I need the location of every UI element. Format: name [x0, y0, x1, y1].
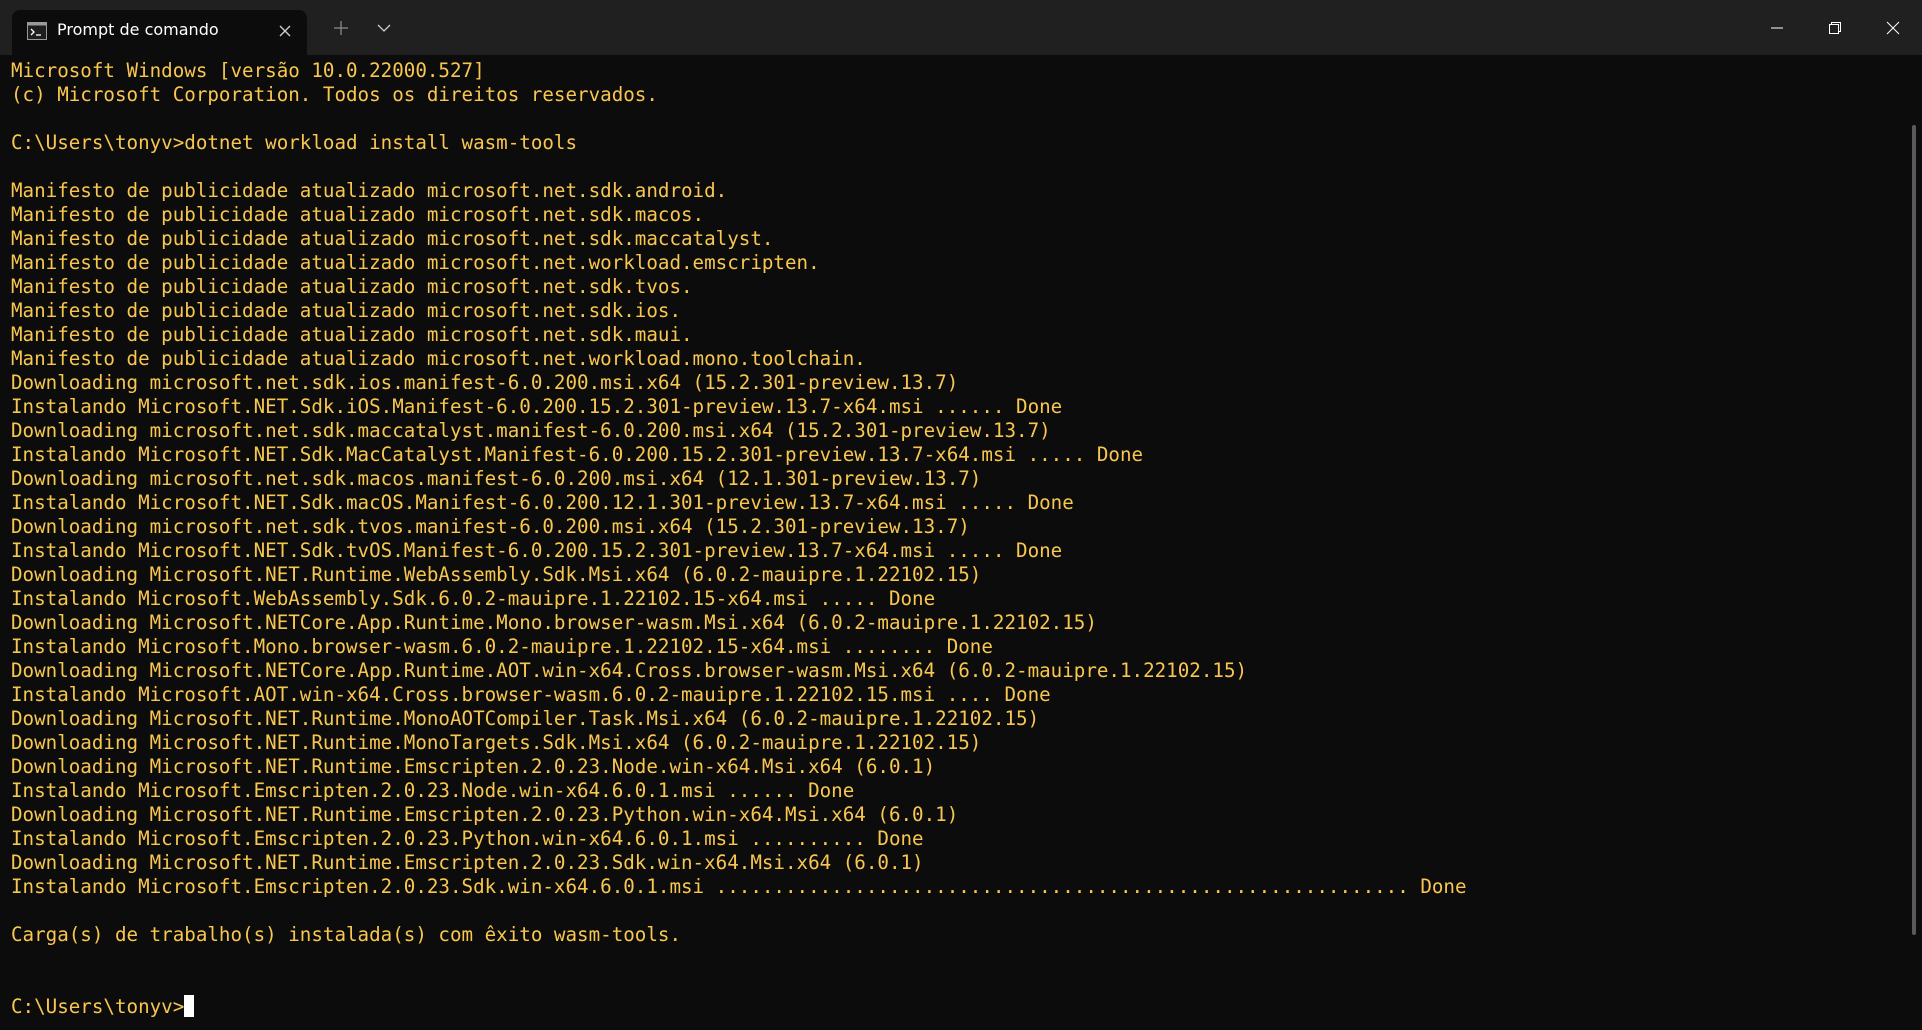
terminal-line: Downloading Microsoft.NETCore.App.Runtim…: [11, 611, 1097, 634]
terminal-line: Instalando Microsoft.Emscripten.2.0.23.S…: [11, 875, 1467, 898]
tab-dropdown-button[interactable]: [366, 12, 402, 44]
close-tab-button[interactable]: [274, 20, 296, 42]
terminal-line: Downloading microsoft.net.sdk.maccatalys…: [11, 419, 1051, 442]
terminal-line: Manifesto de publicidade atualizado micr…: [11, 203, 705, 226]
terminal-line: Manifesto de publicidade atualizado micr…: [11, 179, 728, 202]
scrollbar[interactable]: [1912, 125, 1916, 935]
new-tab-button[interactable]: [323, 12, 359, 44]
terminal-line: Downloading Microsoft.NET.Runtime.MonoAO…: [11, 707, 1040, 730]
prompt-line[interactable]: C:\Users\tonyv>: [11, 995, 1467, 1019]
chevron-down-icon: [377, 24, 391, 32]
terminal-line: Downloading microsoft.net.sdk.ios.manife…: [11, 371, 959, 394]
close-icon: [1886, 21, 1900, 34]
terminal-line: (c) Microsoft Corporation. Todos os dire…: [11, 83, 658, 106]
terminal-output[interactable]: Microsoft Windows [versão 10.0.22000.527…: [0, 55, 1922, 1030]
terminal-line: Instalando Microsoft.NET.Sdk.tvOS.Manife…: [11, 539, 1063, 562]
close-icon: [279, 25, 291, 37]
terminal-line: Downloading microsoft.net.sdk.macos.mani…: [11, 467, 982, 490]
terminal-line: C:\Users\tonyv>dotnet workload install w…: [11, 131, 578, 154]
terminal-line: Manifesto de publicidade atualizado micr…: [11, 251, 820, 274]
terminal-line: Manifesto de publicidade atualizado micr…: [11, 299, 682, 322]
cmd-terminal-icon: [27, 22, 47, 40]
terminal-line: Downloading Microsoft.NET.Runtime.WebAss…: [11, 563, 982, 586]
terminal-line: Downloading Microsoft.NETCore.App.Runtim…: [11, 659, 1248, 682]
terminal-line: Downloading Microsoft.NET.Runtime.Emscri…: [11, 803, 959, 826]
minimize-icon: [1771, 27, 1783, 28]
terminal-line: Manifesto de publicidade atualizado micr…: [11, 227, 774, 250]
terminal-line: Instalando Microsoft.WebAssembly.Sdk.6.0…: [11, 587, 936, 610]
plus-icon: [334, 21, 348, 35]
terminal-line: Instalando Microsoft.Mono.browser-wasm.6…: [11, 635, 993, 658]
terminal-line: Manifesto de publicidade atualizado micr…: [11, 275, 693, 298]
terminal-line: Instalando Microsoft.AOT.win-x64.Cross.b…: [11, 683, 1051, 706]
terminal-lines: Microsoft Windows [versão 10.0.22000.527…: [11, 59, 1467, 1019]
terminal-window: Prompt de comando Microsoft Windows [ver…: [0, 0, 1922, 1030]
tab-command-prompt[interactable]: Prompt de comando: [12, 10, 307, 55]
text-cursor: [184, 995, 195, 1017]
terminal-line: Carga(s) de trabalho(s) instalada(s) com…: [11, 923, 682, 946]
prompt-text: C:\Users\tonyv>: [11, 995, 185, 1018]
restore-button[interactable]: [1806, 0, 1864, 55]
close-window-button[interactable]: [1864, 0, 1922, 55]
restore-icon: [1829, 21, 1841, 34]
minimize-button[interactable]: [1748, 0, 1806, 55]
terminal-line: Instalando Microsoft.NET.Sdk.MacCatalyst…: [11, 443, 1144, 466]
terminal-line: Instalando Microsoft.Emscripten.2.0.23.P…: [11, 827, 924, 850]
terminal-line: Instalando Microsoft.NET.Sdk.iOS.Manifes…: [11, 395, 1063, 418]
terminal-line: Downloading microsoft.net.sdk.tvos.manif…: [11, 515, 970, 538]
terminal-line: Downloading Microsoft.NET.Runtime.MonoTa…: [11, 731, 982, 754]
terminal-line: Manifesto de publicidade atualizado micr…: [11, 347, 866, 370]
terminal-line: Downloading Microsoft.NET.Runtime.Emscri…: [11, 755, 936, 778]
terminal-line: Downloading Microsoft.NET.Runtime.Emscri…: [11, 851, 924, 874]
terminal-line: Instalando Microsoft.Emscripten.2.0.23.N…: [11, 779, 855, 802]
tab-title: Prompt de comando: [57, 20, 219, 39]
terminal-line: Manifesto de publicidade atualizado micr…: [11, 323, 693, 346]
title-bar[interactable]: Prompt de comando: [0, 0, 1922, 55]
terminal-line: Instalando Microsoft.NET.Sdk.macOS.Manif…: [11, 491, 1074, 514]
terminal-line: Microsoft Windows [versão 10.0.22000.527…: [11, 59, 485, 82]
